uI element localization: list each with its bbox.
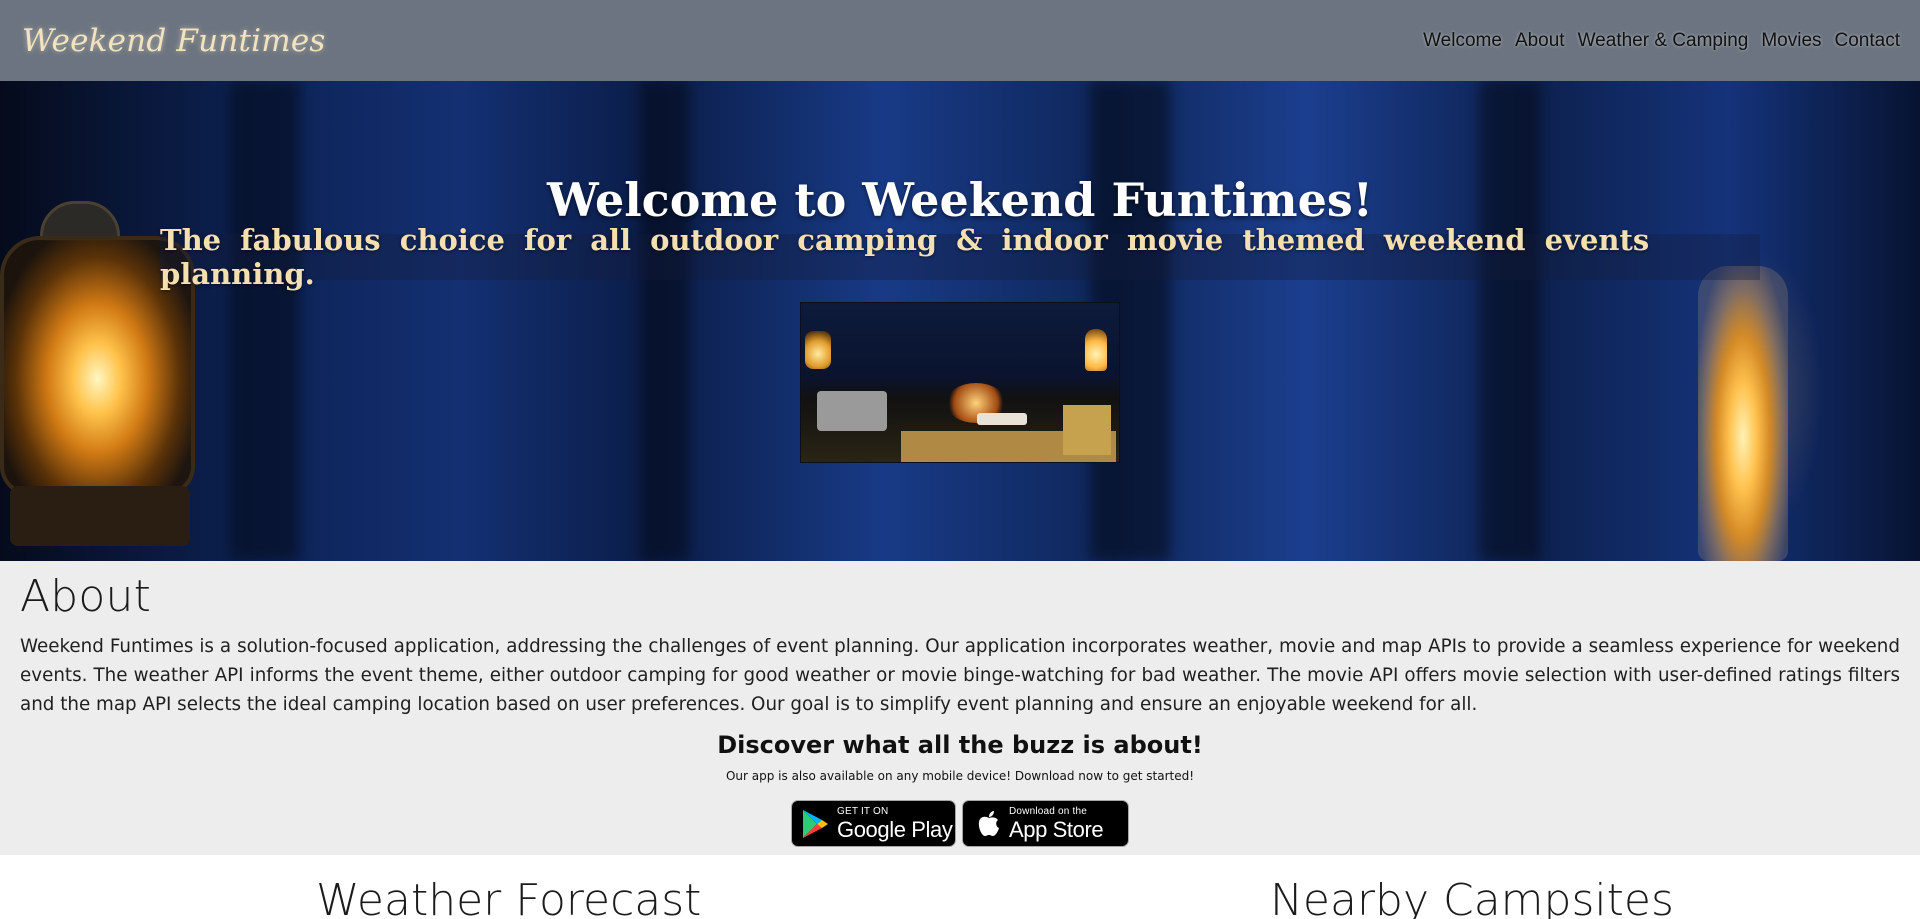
camping-scene-image bbox=[800, 302, 1120, 463]
about-heading: About bbox=[20, 571, 152, 622]
nav-link-movies[interactable]: Movies bbox=[1761, 30, 1821, 52]
apple-icon bbox=[978, 810, 999, 836]
app-store-badges: GET IT ON Google Play Download on the Ap… bbox=[791, 800, 1129, 847]
about-description: Weekend Funtimes is a solution-focused a… bbox=[20, 636, 1900, 715]
weather-forecast-heading: Weather Forecast bbox=[316, 875, 702, 919]
nav-link-about[interactable]: About bbox=[1515, 30, 1565, 52]
nav-link-welcome[interactable]: Welcome bbox=[1423, 30, 1502, 52]
background-tree-trunk bbox=[640, 81, 690, 561]
google-play-label: Google Play bbox=[837, 816, 953, 842]
google-play-button[interactable]: GET IT ON Google Play bbox=[791, 800, 956, 847]
hero-title: Welcome to Weekend Funtimes! bbox=[547, 173, 1373, 227]
background-tree-trunk bbox=[230, 81, 300, 561]
brand-logo[interactable]: Weekend Funtimes bbox=[22, 23, 325, 59]
nav-link-weather-camping[interactable]: Weather & Camping bbox=[1578, 30, 1749, 52]
hero-tagline: The fabulous choice for all outdoor camp… bbox=[160, 223, 1760, 291]
buzz-subtext: Our app is also available on any mobile … bbox=[725, 769, 1195, 783]
about-section: About Weekend Funtimes is a solution-foc… bbox=[0, 561, 1920, 855]
nearby-campsites-heading: Nearby Campsites bbox=[1270, 875, 1674, 919]
buzz-heading: Discover what all the buzz is about! bbox=[717, 731, 1203, 759]
weather-camping-section: Weather Forecast Nearby Campsites bbox=[0, 855, 1920, 919]
hero-banner: Welcome to Weekend Funtimes! The fabulou… bbox=[0, 81, 1920, 561]
nav-link-contact[interactable]: Contact bbox=[1835, 30, 1900, 52]
google-play-small-label: GET IT ON bbox=[837, 805, 889, 817]
app-store-small-label: Download on the bbox=[1009, 805, 1088, 817]
navbar: Weekend Funtimes Welcome About Weather &… bbox=[0, 0, 1920, 81]
google-play-icon bbox=[803, 809, 828, 838]
background-tree-trunk bbox=[1480, 81, 1540, 561]
app-store-button[interactable]: Download on the App Store bbox=[962, 800, 1129, 847]
nav-menu: Welcome About Weather & Camping Movies C… bbox=[1423, 30, 1900, 52]
app-store-label: App Store bbox=[1009, 816, 1104, 842]
